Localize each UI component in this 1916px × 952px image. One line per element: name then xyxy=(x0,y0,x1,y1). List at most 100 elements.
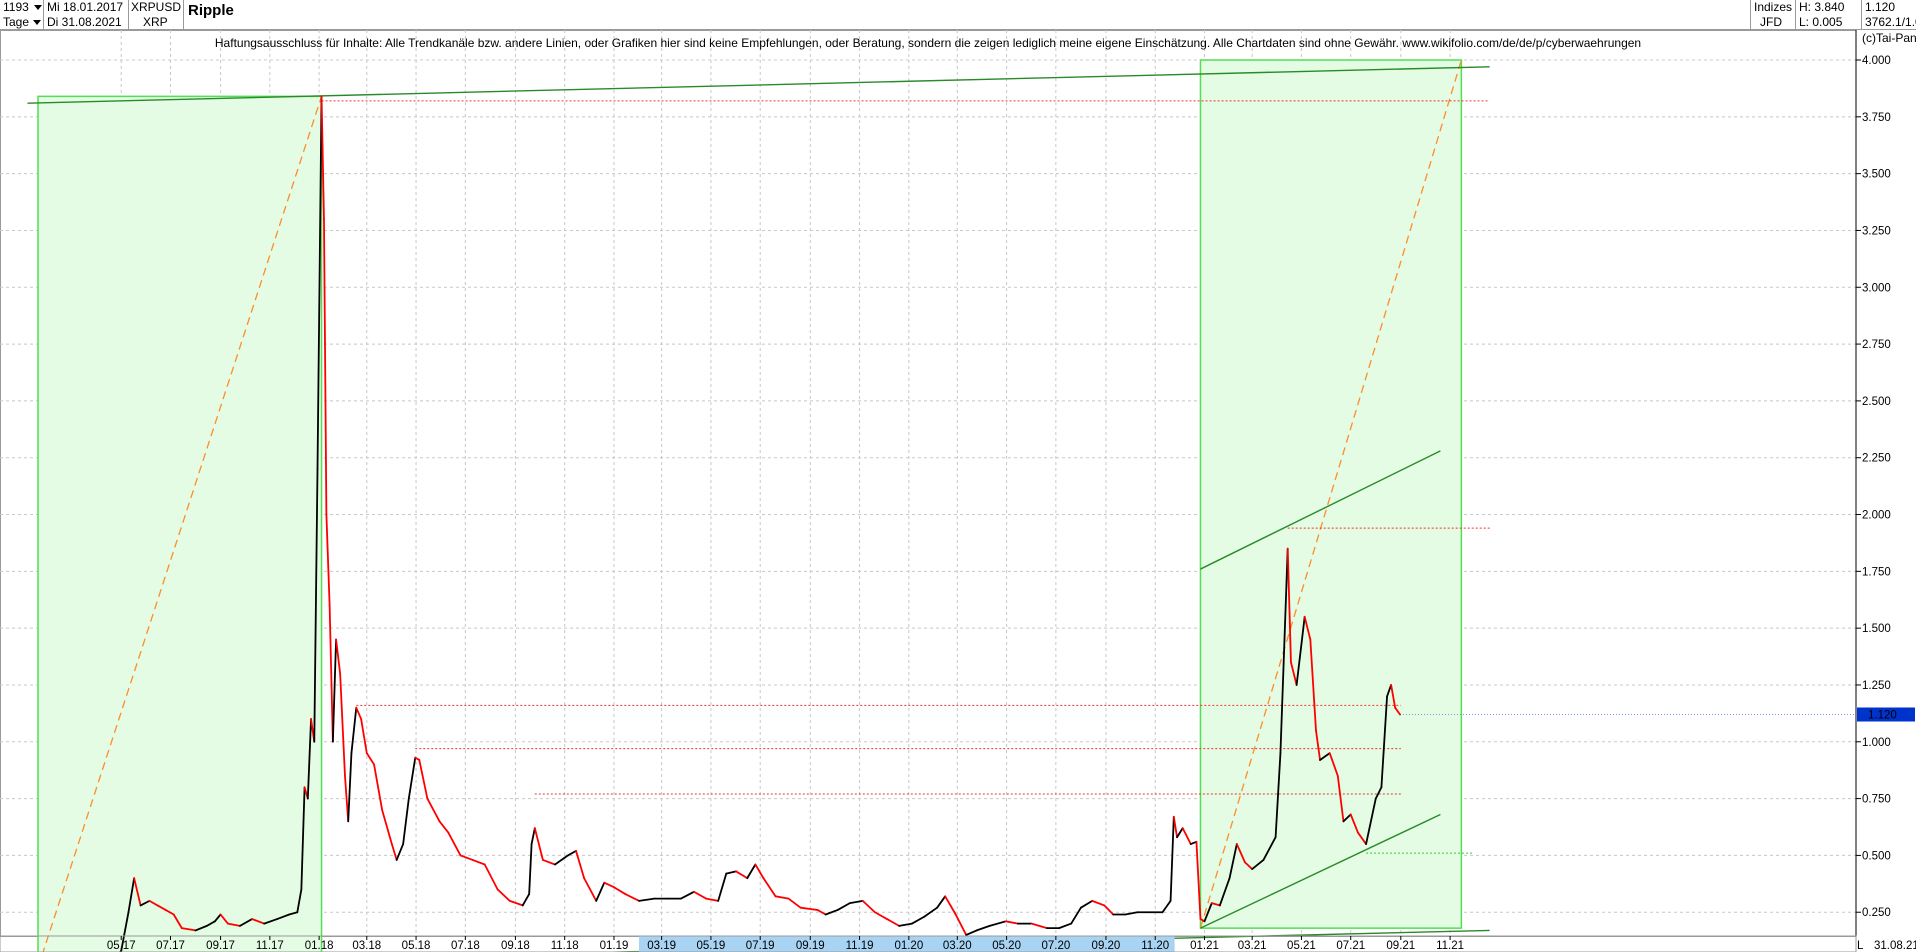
price-segment xyxy=(965,929,978,936)
price-segment xyxy=(799,906,819,911)
highlight-box xyxy=(37,95,323,952)
price-segment xyxy=(1161,899,1172,914)
price-segment xyxy=(735,870,749,880)
price-segment xyxy=(836,902,851,911)
price-segment xyxy=(754,863,765,880)
x-tick-label: 05.19 xyxy=(697,940,726,952)
price-segment xyxy=(331,638,337,743)
price-segment xyxy=(1004,920,1019,925)
period-label: Tage xyxy=(3,15,30,29)
last-value: 1.120 xyxy=(1865,0,1896,14)
x-tick-label: 09.20 xyxy=(1092,940,1121,952)
price-segment xyxy=(886,918,901,927)
y-tick-label: 2.000 xyxy=(1862,510,1891,522)
price-segment xyxy=(1070,906,1082,925)
price-segment xyxy=(447,831,462,857)
price-segment xyxy=(774,895,790,900)
chart-window: 0.250 0.500 0.750 1.000 1.250 1.500 1.750 2.000… xyxy=(0,0,1916,952)
price-segment xyxy=(936,895,947,909)
x-tick-label: 09.19 xyxy=(796,940,825,952)
chart-title: Ripple xyxy=(188,2,234,19)
price-segment xyxy=(496,888,511,902)
x-tick-label: 11.18 xyxy=(551,940,579,952)
chevron-down-icon[interactable] xyxy=(34,5,42,10)
price-segment xyxy=(693,890,707,900)
low-value: L: 0.005 xyxy=(1799,15,1843,29)
price-segment xyxy=(1169,815,1175,902)
date-from: Mi 18.01.2017 xyxy=(47,0,124,14)
price-segment xyxy=(595,881,606,902)
x-tick-label: 07.21 xyxy=(1336,940,1365,952)
title-cell: Ripple xyxy=(184,0,1751,30)
price-segment xyxy=(746,863,757,880)
x-tick-label: 07.17 xyxy=(156,940,185,952)
y-tick-label: 4.000 xyxy=(1862,55,1891,67)
y-tick-label: 1.000 xyxy=(1862,737,1891,749)
ratio-value: 3762.1/1.0 xyxy=(1865,15,1916,29)
x-tick-label: 11.17 xyxy=(256,940,284,952)
y-tick-label: 2.500 xyxy=(1862,396,1891,408)
price-segment xyxy=(1176,827,1184,839)
price-segment xyxy=(390,843,398,861)
symbol: XRPUSD xyxy=(131,0,182,14)
price-segment xyxy=(762,877,777,898)
price-chart[interactable]: 0.250 0.500 0.750 1.000 1.250 1.500 1.750 2.000… xyxy=(0,0,1916,952)
count-value: 1193 xyxy=(3,0,29,14)
price-segment xyxy=(861,899,876,914)
count-cell[interactable]: 1193 Tage xyxy=(0,0,44,30)
price-segment xyxy=(483,863,499,891)
x-tick-label: 01.21 xyxy=(1190,940,1219,952)
price-segment xyxy=(705,897,720,902)
price-segment xyxy=(335,638,342,675)
y-tick-label: 2.250 xyxy=(1862,453,1891,465)
price-segment xyxy=(395,843,405,861)
price-segment xyxy=(528,843,533,895)
symbol-cell: XRPUSD XRP xyxy=(129,0,184,30)
indizes-label: Indizes xyxy=(1754,0,1793,14)
price-segment xyxy=(848,899,864,905)
price-segment xyxy=(508,899,524,907)
x-tick-label: 01.18 xyxy=(305,940,334,952)
y-tick-label: 3.250 xyxy=(1862,225,1891,237)
price-segment xyxy=(624,893,640,902)
high-value: H: 3.840 xyxy=(1799,0,1845,14)
x-tick-label: 09.17 xyxy=(206,940,235,952)
price-segment xyxy=(541,859,556,866)
price-segment xyxy=(325,513,331,607)
y-tick-label: 2.750 xyxy=(1862,339,1891,351)
price-segment xyxy=(567,849,577,857)
y-axis: 0.250 0.500 0.750 1.000 1.250 1.500 1.750 2.000… xyxy=(1400,30,1915,936)
x-tick-label: 09.21 xyxy=(1386,940,1415,952)
price-segment xyxy=(471,859,486,866)
x-tick-label: 07.20 xyxy=(1041,940,1070,952)
x-tick-label: 05.20 xyxy=(992,940,1021,952)
price-segment xyxy=(339,672,346,777)
x-end-label: 31.08.21 xyxy=(1874,940,1916,952)
y-tick-label: 3.000 xyxy=(1862,282,1891,294)
period-select[interactable]: Tage xyxy=(3,15,42,30)
price-segment xyxy=(717,872,728,902)
y-tick-label: 3.750 xyxy=(1862,112,1891,124)
chevron-down-icon xyxy=(33,20,42,26)
x-tick-label: 05.17 xyxy=(107,940,136,952)
price-segment xyxy=(521,893,531,907)
y-tick-label: 0.750 xyxy=(1862,794,1891,806)
x-scale-label: L xyxy=(1857,940,1864,952)
x-tick-label: 05.18 xyxy=(402,940,431,952)
price-segment xyxy=(988,920,1007,927)
source-label: JFD xyxy=(1760,15,1782,29)
y-tick-label: 1.250 xyxy=(1862,680,1891,692)
price-segment xyxy=(554,854,569,866)
price-segment xyxy=(365,752,375,766)
x-tick-label: 03.21 xyxy=(1238,940,1267,952)
disclaimer-text: Haftungsausschluss für Inhalte: Alle Tre… xyxy=(214,36,1642,50)
price-segment xyxy=(381,809,393,845)
x-tick-label: 07.18 xyxy=(451,940,480,952)
copyright: (c)Tai-Pan xyxy=(1862,31,1916,45)
price-segment xyxy=(613,886,627,895)
source-cell: Indizes JFD xyxy=(1751,0,1796,30)
price-segment xyxy=(1181,827,1192,845)
price-segment xyxy=(438,820,450,834)
price-segment xyxy=(1124,911,1139,916)
y-tick-label: 3.500 xyxy=(1862,169,1891,181)
